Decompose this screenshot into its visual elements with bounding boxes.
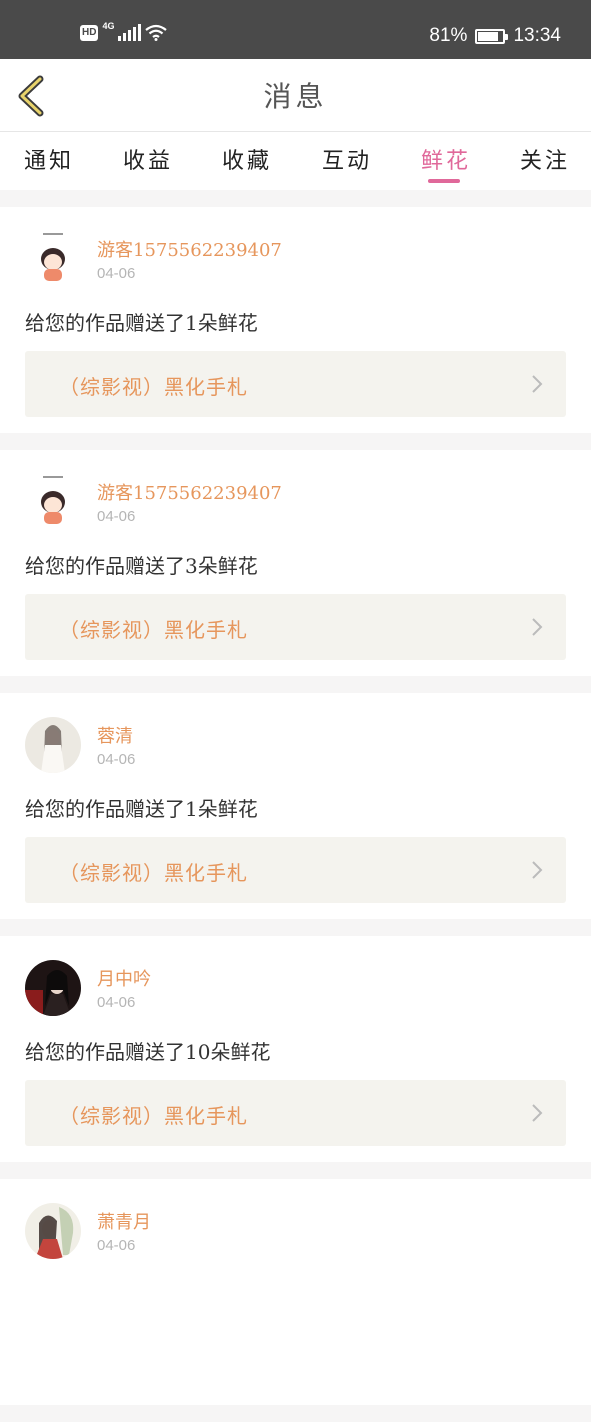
avatar[interactable]: [25, 717, 81, 773]
avatar[interactable]: [25, 231, 81, 287]
tab-interactions[interactable]: 互动: [322, 143, 372, 175]
work-title: （综影视）黑化手札: [59, 861, 248, 885]
page-title: 消息: [263, 80, 328, 113]
nav-bar: 消息: [0, 59, 591, 131]
username[interactable]: 月中吟: [97, 965, 151, 991]
status-left: HD 4G: [80, 20, 168, 41]
work-title: （综影视）黑化手札: [59, 375, 248, 399]
message-card: 游客1575562239407 04-06 给您的作品赠送了3朵鲜花 （综影视）…: [0, 450, 591, 676]
work-link[interactable]: （综影视）黑化手札: [25, 594, 566, 660]
work-link[interactable]: （综影视）黑化手札: [25, 1080, 566, 1146]
wifi-icon: [145, 24, 168, 41]
chevron-right-icon: [532, 618, 543, 636]
work-link[interactable]: （综影视）黑化手札: [25, 351, 566, 417]
message-list: 游客1575562239407 04-06 给您的作品赠送了1朵鲜花 （综影视）…: [0, 207, 591, 1422]
message-date: 04-06: [97, 508, 136, 525]
message-card: 萧青月 04-06: [0, 1179, 591, 1405]
work-title: （综影视）黑化手札: [59, 1104, 248, 1128]
tab-active-indicator: [428, 179, 460, 183]
tab-favorites[interactable]: 收藏: [222, 143, 272, 175]
avatar[interactable]: [25, 1203, 81, 1259]
status-right: 81% 13:34: [429, 25, 561, 47]
signal-icon: [118, 23, 142, 41]
tab-following[interactable]: 关注: [520, 143, 570, 175]
message-text: 给您的作品赠送了10朵鲜花: [25, 1040, 271, 1064]
message-text: 给您的作品赠送了1朵鲜花: [25, 311, 258, 335]
work-link[interactable]: （综影视）黑化手札: [25, 837, 566, 903]
chevron-right-icon: [532, 375, 543, 393]
network-type: 4G: [102, 20, 115, 31]
work-title: （综影视）黑化手札: [59, 618, 248, 642]
back-button[interactable]: [14, 75, 48, 117]
battery-percent: 81%: [429, 25, 468, 46]
tab-earnings[interactable]: 收益: [123, 143, 173, 175]
chevron-right-icon: [532, 1104, 543, 1122]
battery-icon: [475, 28, 509, 44]
message-card: 蓉清 04-06 给您的作品赠送了1朵鲜花 （综影视）黑化手札: [0, 693, 591, 919]
avatar[interactable]: [25, 960, 81, 1016]
message-date: 04-06: [97, 751, 136, 768]
clock: 13:34: [513, 25, 561, 46]
message-date: 04-06: [97, 1237, 136, 1254]
chevron-right-icon: [532, 861, 543, 879]
message-date: 04-06: [97, 994, 136, 1011]
avatar[interactable]: [25, 474, 81, 530]
hd-badge: HD: [80, 24, 99, 41]
tab-flowers[interactable]: 鲜花: [421, 143, 471, 175]
message-card: 月中吟 04-06 给您的作品赠送了10朵鲜花 （综影视）黑化手札: [0, 936, 591, 1162]
message-text: 给您的作品赠送了1朵鲜花: [25, 797, 258, 821]
username[interactable]: 游客1575562239407: [97, 236, 282, 262]
username[interactable]: 蓉清: [97, 722, 133, 748]
message-date: 04-06: [97, 265, 136, 282]
username[interactable]: 游客1575562239407: [97, 479, 282, 505]
tab-bar: 通知 收益 收藏 互动 鲜花 关注: [0, 131, 591, 190]
message-card: 游客1575562239407 04-06 给您的作品赠送了1朵鲜花 （综影视）…: [0, 207, 591, 433]
tab-notifications[interactable]: 通知: [24, 143, 74, 175]
username[interactable]: 萧青月: [97, 1208, 151, 1234]
message-text: 给您的作品赠送了3朵鲜花: [25, 554, 258, 578]
status-bar: HD 4G 81% 13:34: [0, 0, 591, 59]
chevron-left-icon: [18, 75, 44, 117]
